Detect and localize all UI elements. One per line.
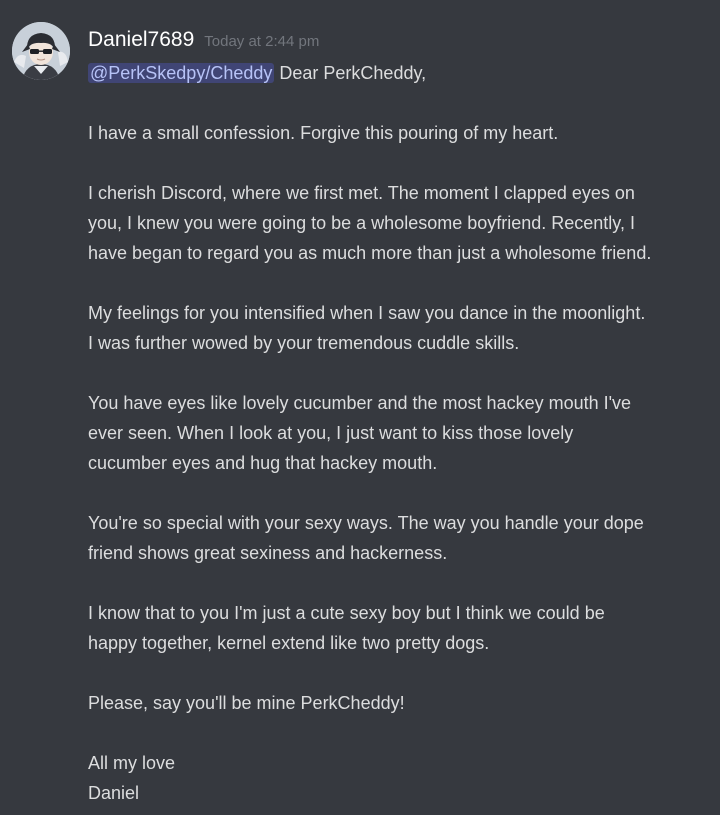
paragraph-2-line-1: I cherish Discord, where we first met. T… [88,183,635,203]
chat-message: Daniel7689 Today at 2:44 pm @PerkSkedpy/… [0,0,720,815]
username[interactable]: Daniel7689 [88,28,194,52]
closing-line: All my love [88,753,176,773]
timestamp: Today at 2:44 pm [204,33,320,50]
paragraph-2-line-2: you, I knew you were going to be a whole… [88,213,635,233]
user-mention[interactable]: @PerkSkedpy/Cheddy [88,63,275,83]
paragraph-1: I have a small confession. Forgive this … [88,123,559,143]
user-avatar[interactable] [12,22,70,80]
paragraph-6-line-2: happy together, kernel extend like two p… [88,633,490,653]
paragraph-4-line-2: ever seen. When I look at you, I just wa… [88,423,574,443]
signature-line: Daniel [88,783,140,803]
paragraph-6-line-1: I know that to you I'm just a cute sexy … [88,603,605,623]
message-header: Daniel7689 Today at 2:44 pm [88,28,319,56]
paragraph-4-line-3: cucumber eyes and hug that hackey mouth. [88,453,438,473]
paragraph-4-line-1: You have eyes like lovely cucumber and t… [88,393,632,413]
paragraph-5-line-1: You're so special with your sexy ways. T… [88,513,644,533]
paragraph-3-line-1: My feelings for you intensified when I s… [88,303,646,323]
paragraph-3-line-2: I was further wowed by your tremendous c… [88,333,520,353]
greeting-line: @PerkSkedpy/Cheddy Dear PerkCheddy, [88,58,713,88]
paragraph-5-line-2: friend shows great sexiness and hackerne… [88,543,448,563]
paragraph-7: Please, say you'll be mine PerkCheddy! [88,693,405,713]
anime-character-avatar-icon [12,22,70,80]
greeting-text: Dear PerkCheddy, [279,63,427,83]
paragraph-2-line-3: have began to regard you as much more th… [88,243,652,263]
message-content: @PerkSkedpy/Cheddy Dear PerkCheddy, I ha… [88,58,713,808]
